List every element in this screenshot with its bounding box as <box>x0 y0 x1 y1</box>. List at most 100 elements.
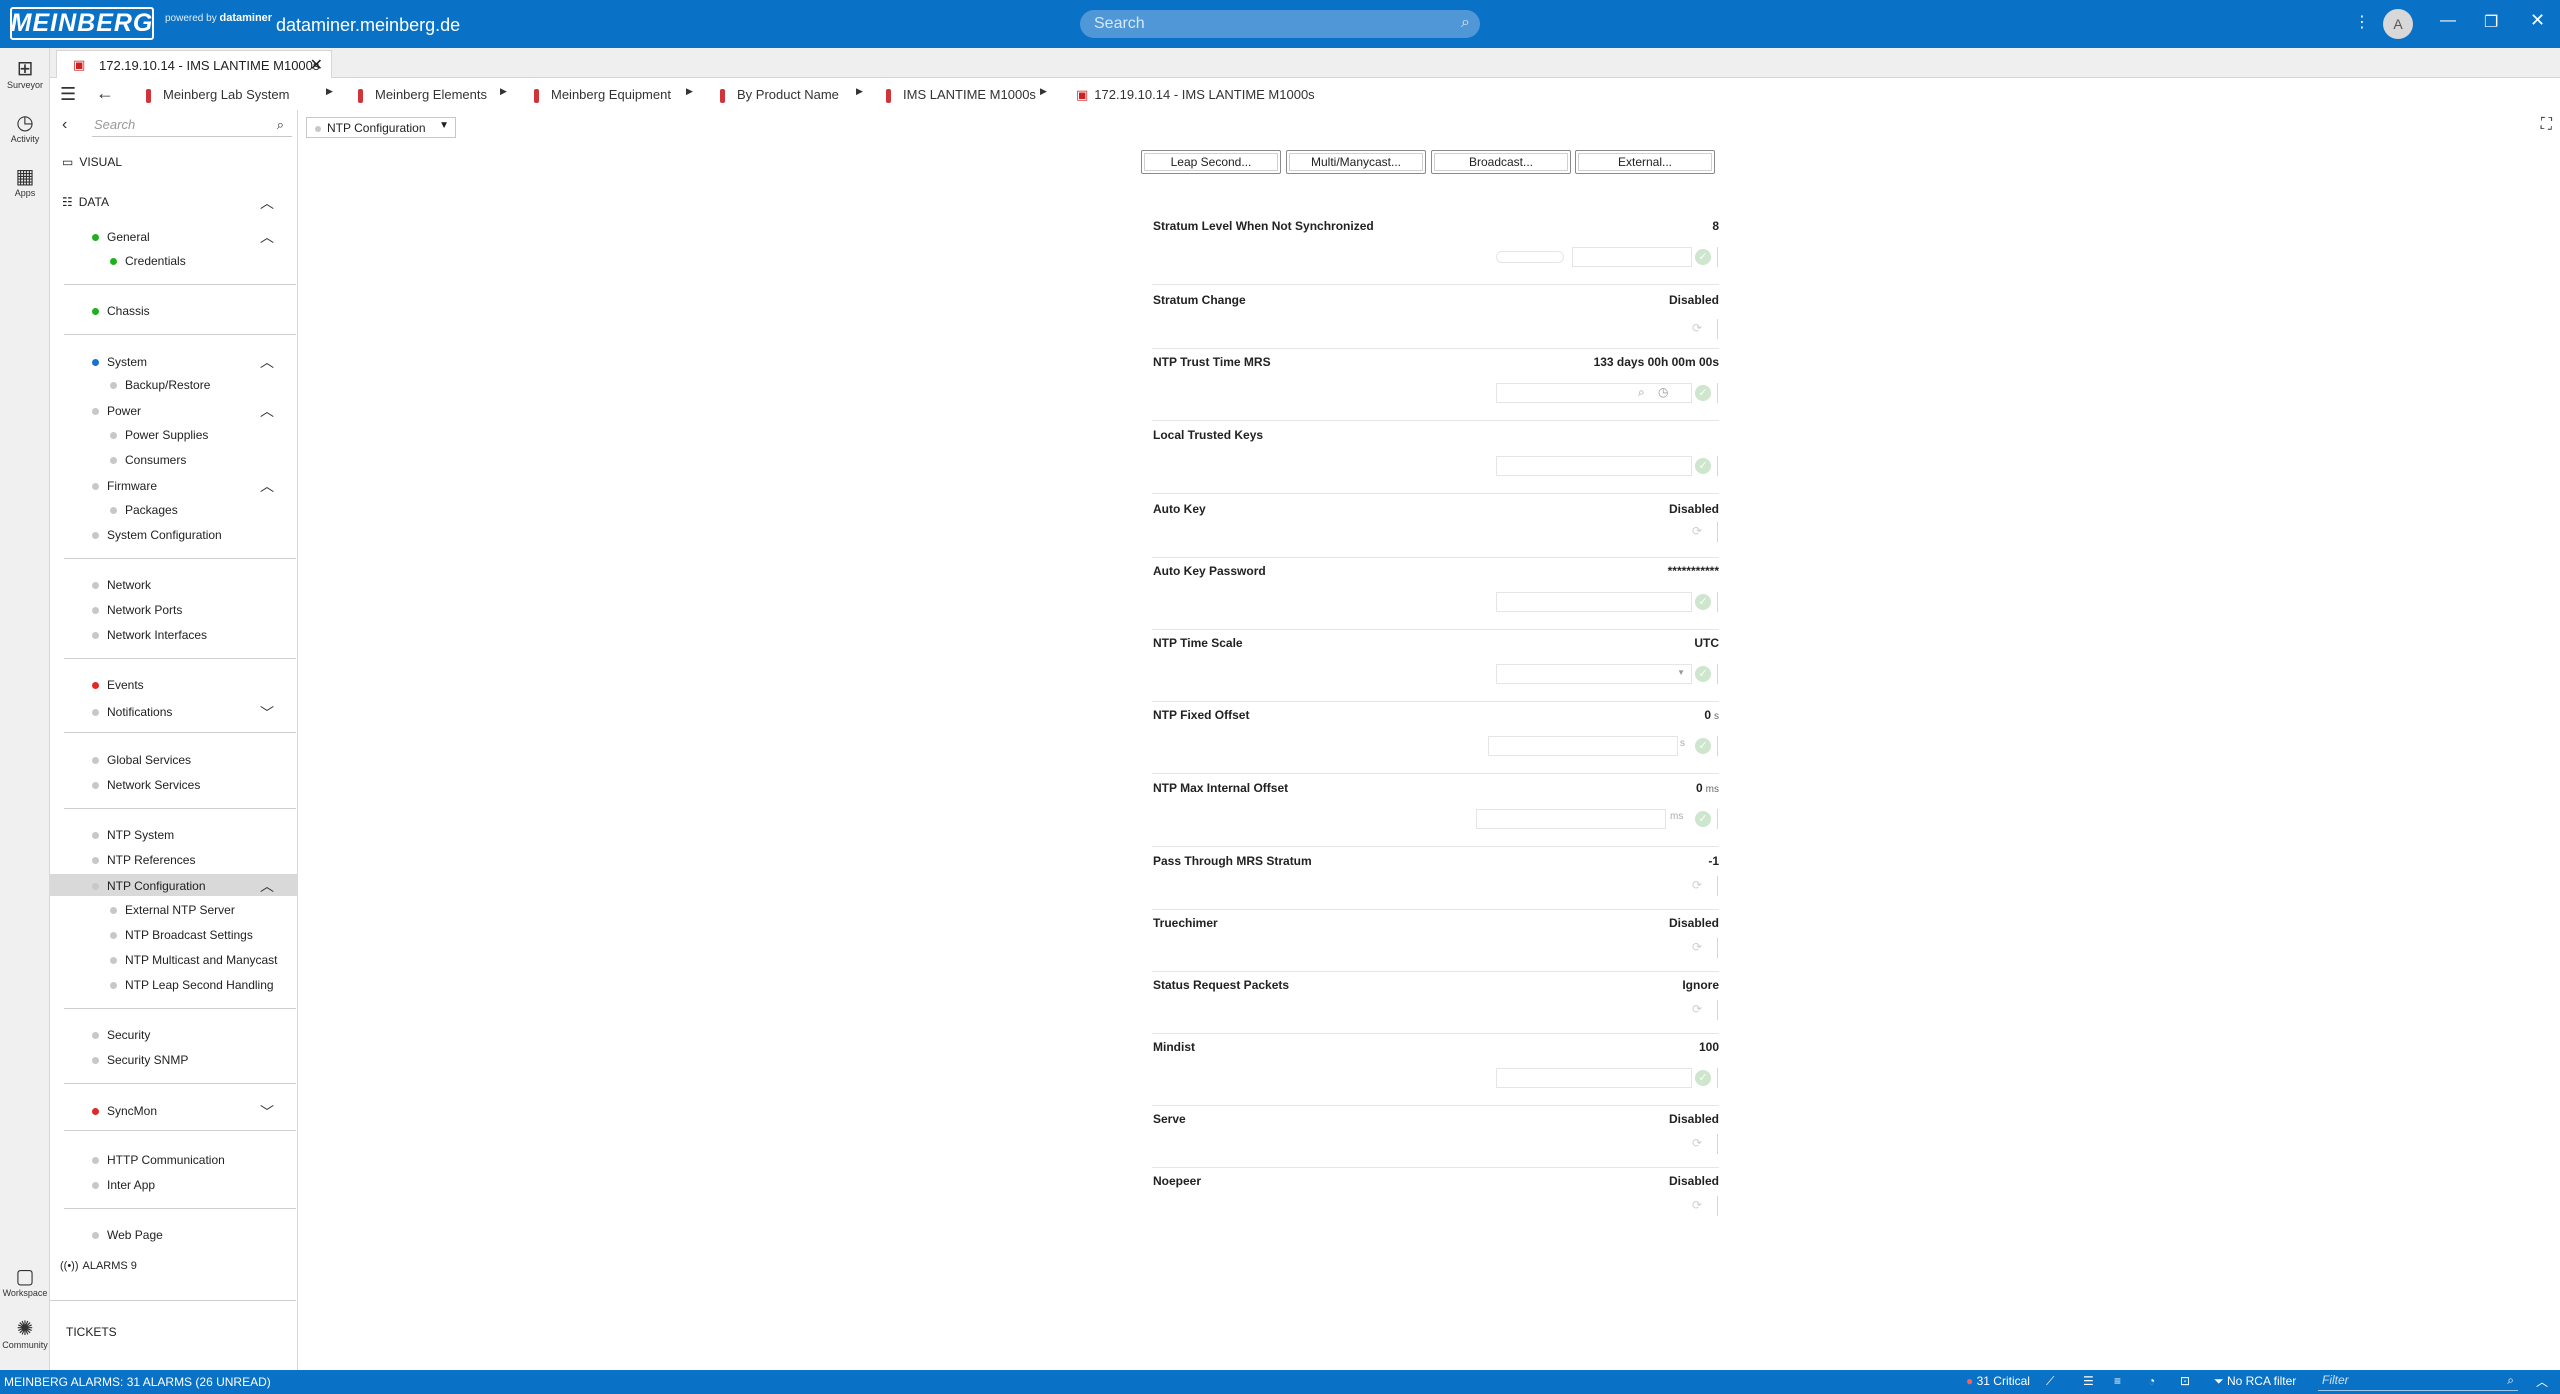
sidebar-item-events[interactable]: Events <box>92 678 144 692</box>
sidebar-item-chassis[interactable]: Chassis <box>92 304 150 318</box>
sidebar-item-firmware[interactable]: Firmware <box>92 479 157 493</box>
max-internal-offset-spinbox[interactable] <box>1476 809 1666 829</box>
trend-icon[interactable]: ⟋ <box>2046 1374 2054 1389</box>
sidebar-tickets[interactable]: TICKETS <box>66 1325 117 1339</box>
breadcrumb-arrow-icon[interactable]: ▶ <box>326 86 333 97</box>
breadcrumb-item-element[interactable]: ▣ 172.19.10.14 - IMS LANTIME M1000s <box>1076 87 1315 103</box>
time-scale-select[interactable]: ▼ <box>1496 664 1692 684</box>
confirm-icon[interactable]: ✓ <box>1695 666 1711 682</box>
rail-community[interactable]: ✺ Community <box>0 1318 50 1350</box>
breadcrumb-item-by-product[interactable]: By Product Name <box>720 87 839 103</box>
sidebar-item-security[interactable]: Security <box>92 1028 150 1042</box>
confirm-icon[interactable]: ✓ <box>1695 1070 1711 1086</box>
sidebar-item-web-page[interactable]: Web Page <box>92 1228 163 1242</box>
close-window-icon[interactable]: ✕ <box>2530 10 2545 31</box>
sidebar-item-network-interfaces[interactable]: Network Interfaces <box>92 628 207 642</box>
toggle-icon[interactable]: ⟳ <box>1692 878 1702 892</box>
sidebar-item-credentials[interactable]: Credentials <box>110 254 186 268</box>
confirm-icon[interactable]: ✓ <box>1695 249 1711 265</box>
stratum-spinbox[interactable] <box>1572 247 1692 267</box>
alarm-filter-input[interactable]: Filter ⌕ <box>2318 1373 2518 1391</box>
sidebar-item-packages[interactable]: Packages <box>110 503 178 517</box>
sidebar-item-security-snmp[interactable]: Security SNMP <box>92 1053 188 1067</box>
toggle-icon[interactable]: ⟳ <box>1692 1136 1702 1150</box>
alarm-summary[interactable]: MEINBERG ALARMS: 31 ALARMS (26 UNREAD) <box>4 1375 271 1389</box>
clock-icon[interactable]: ◷ <box>1658 385 1668 399</box>
expand-icon[interactable]: ﹀ <box>260 1102 274 1122</box>
sidebar-item-ntp-multicast[interactable]: NTP Multicast and Manycast <box>110 953 278 967</box>
sidebar-item-power[interactable]: Power <box>92 404 141 418</box>
breadcrumb-arrow-icon[interactable]: ▶ <box>686 86 693 97</box>
collapse-icon[interactable]: ︿ <box>260 401 274 421</box>
sidebar-item-system-configuration[interactable]: System Configuration <box>92 528 222 542</box>
page-selector-dropdown[interactable]: NTP Configuration ▼ <box>306 117 456 138</box>
expand-icon[interactable]: ﹀ <box>260 703 274 723</box>
stratum-slider[interactable] <box>1496 251 1564 263</box>
avatar[interactable]: A <box>2383 9 2413 39</box>
rca-filter[interactable]: ⏷ No RCA filter <box>2214 1374 2296 1389</box>
hamburger-menu-icon[interactable]: ☰ <box>60 84 76 105</box>
sidebar-item-ntp-references[interactable]: NTP References <box>92 853 195 867</box>
fullscreen-icon[interactable]: ⛶ <box>2541 116 2552 134</box>
restore-icon[interactable]: ❐ <box>2484 12 2498 32</box>
breadcrumb-arrow-icon[interactable]: ▶ <box>1040 86 1047 97</box>
rail-surveyor[interactable]: ⊞ Surveyor <box>0 58 50 90</box>
sidebar-item-http-communication[interactable]: HTTP Communication <box>92 1153 225 1167</box>
rail-workspace[interactable]: ▢ Workspace <box>0 1266 50 1298</box>
collapse-icon[interactable]: ︿ <box>260 227 274 247</box>
sidebar-item-notifications[interactable]: Notifications <box>92 705 172 719</box>
close-tab-icon[interactable]: ✕ <box>310 55 323 75</box>
global-search-input[interactable]: Search ⌕ <box>1080 10 1480 38</box>
sidebar-item-network[interactable]: Network <box>92 578 151 592</box>
back-arrow-icon[interactable]: ← <box>96 83 114 104</box>
sidebar-data[interactable]: ☷ DATA <box>62 195 109 209</box>
sidebar-item-consumers[interactable]: Consumers <box>110 453 186 467</box>
sidebar-item-ntp-system[interactable]: NTP System <box>92 828 174 842</box>
breadcrumb-item-equipment[interactable]: Meinberg Equipment <box>534 87 671 103</box>
sidebar-item-general[interactable]: General <box>92 230 150 244</box>
auto-key-password-input[interactable] <box>1496 592 1692 612</box>
list-view-icon[interactable]: ☰ <box>2083 1374 2094 1388</box>
sidebar-item-global-services[interactable]: Global Services <box>92 753 191 767</box>
collapse-icon[interactable]: ︿ <box>260 876 274 896</box>
mindist-input[interactable] <box>1496 1068 1692 1088</box>
confirm-icon[interactable]: ✓ <box>1695 385 1711 401</box>
sidebar-item-ntp-leap-second[interactable]: NTP Leap Second Handling <box>110 978 274 992</box>
sidebar-item-power-supplies[interactable]: Power Supplies <box>110 428 208 442</box>
sidebar-item-syncmon[interactable]: SyncMon <box>92 1104 157 1118</box>
toggle-icon[interactable]: ⟳ <box>1692 321 1702 335</box>
overflow-icon[interactable]: ⋮ <box>2354 12 2370 32</box>
breadcrumb-item-elements[interactable]: Meinberg Elements <box>358 87 487 103</box>
rail-apps[interactable]: ▦ Apps <box>0 166 50 198</box>
sidebar-item-external-ntp-server[interactable]: External NTP Server <box>110 903 235 917</box>
sidebar-item-ntp-configuration[interactable]: NTP Configuration <box>92 879 206 893</box>
critical-alarms-badge[interactable]: ● 31 Critical <box>1966 1374 2030 1388</box>
sidebar-item-ntp-broadcast-settings[interactable]: NTP Broadcast Settings <box>110 928 253 942</box>
sidebar-item-system[interactable]: System <box>92 355 147 369</box>
toggle-icon[interactable]: ⟳ <box>1692 1198 1702 1212</box>
sidebar-visual[interactable]: ▭ VISUAL <box>62 155 122 169</box>
tab-element-card[interactable]: ▣ 172.19.10.14 - IMS LANTIME M1000s ✕ <box>56 50 332 78</box>
sidebar-search-input[interactable]: Search ⌕ <box>92 117 292 137</box>
breadcrumb-item-product[interactable]: IMS LANTIME M1000s <box>886 87 1036 103</box>
search-icon[interactable]: ⌕ <box>1638 385 1645 400</box>
breadcrumb-item-lab-system[interactable]: Meinberg Lab System <box>146 87 289 103</box>
toggle-icon[interactable]: ⟳ <box>1692 1002 1702 1016</box>
breadcrumb-arrow-icon[interactable]: ▶ <box>856 86 863 97</box>
external-button[interactable]: External... <box>1575 150 1715 174</box>
confirm-icon[interactable]: ✓ <box>1695 811 1711 827</box>
sort-icon[interactable]: ≡ <box>2114 1374 2121 1388</box>
leap-second-button[interactable]: Leap Second... <box>1141 150 1281 174</box>
rail-activity[interactable]: ◷ Activity <box>0 112 50 144</box>
trusted-keys-input[interactable] <box>1496 456 1692 476</box>
minimize-icon[interactable]: — <box>2440 12 2456 30</box>
sidebar-item-inter-app[interactable]: Inter App <box>92 1178 155 1192</box>
history-icon[interactable]: ◔ <box>2148 1374 2155 1388</box>
toggle-icon[interactable]: ⟳ <box>1692 940 1702 954</box>
focus-icon[interactable]: ⊡ <box>2180 1374 2190 1388</box>
multi-manycast-button[interactable]: Multi/Manycast... <box>1286 150 1426 174</box>
back-arrow-icon[interactable]: ‹ <box>62 116 67 134</box>
sidebar-alarms[interactable]: ((•)) ALARMS 9 <box>60 1260 137 1272</box>
meinberg-logo[interactable]: MEINBERG <box>10 7 154 40</box>
confirm-icon[interactable]: ✓ <box>1695 458 1711 474</box>
